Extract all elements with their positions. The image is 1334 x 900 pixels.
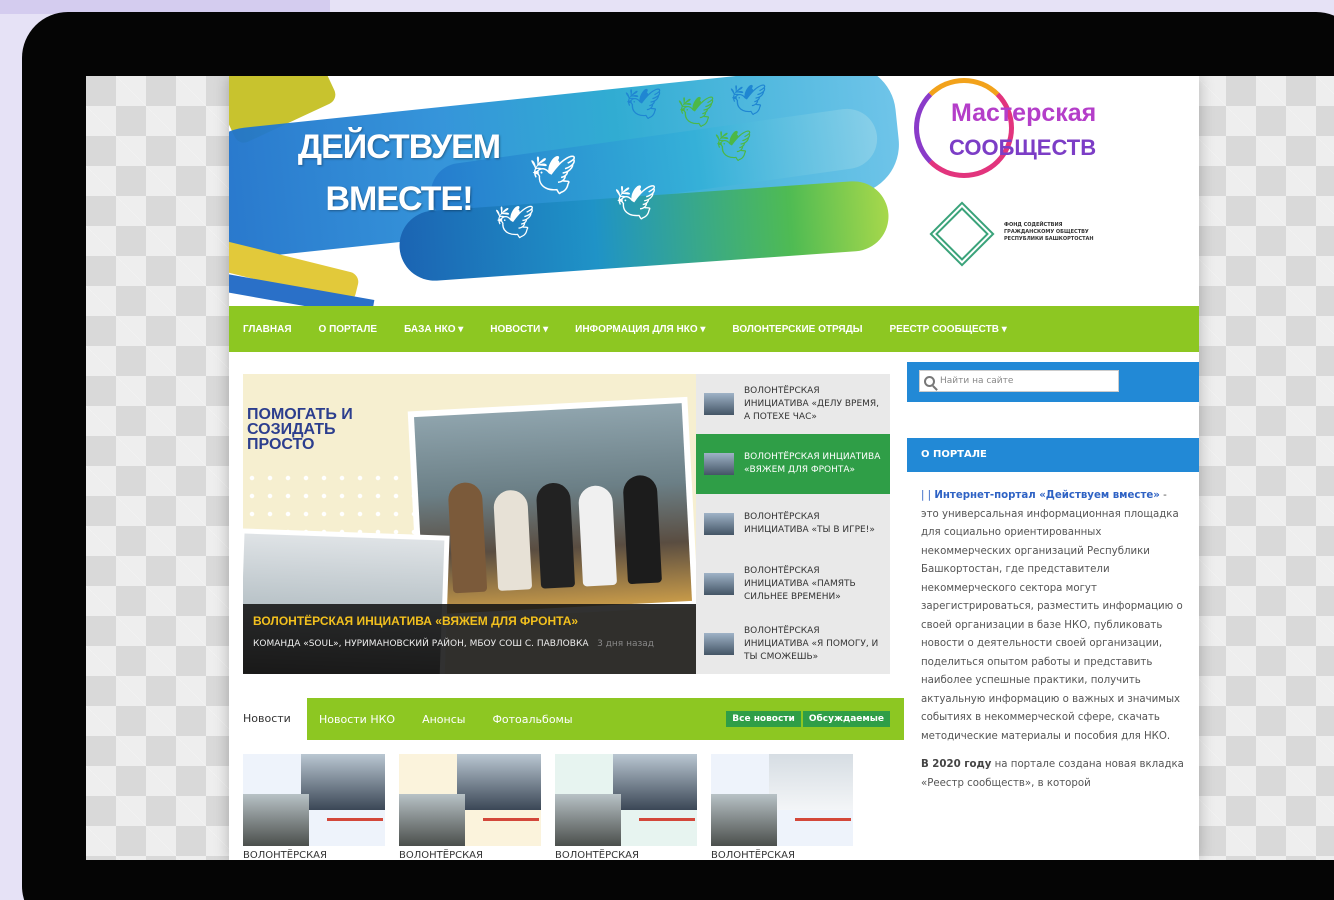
bird-icon: 🕊: [677, 95, 716, 130]
tab-buttons: Все новости Обсуждаемые: [726, 711, 890, 727]
all-news-button[interactable]: Все новости: [726, 711, 801, 727]
logo-ring-icon: [914, 78, 1014, 178]
about-heading: О ПОРТАЛЕ: [907, 438, 1199, 472]
news-card-image: [399, 754, 541, 846]
portal-link[interactable]: Интернет-портал «Действуем вместе»: [934, 490, 1160, 501]
news-card-title[interactable]: ВОЛОНТЁРСКАЯ: [243, 850, 385, 860]
about-lead-text: - это универсальная информационная площа…: [921, 490, 1183, 742]
about-paragraph-1: | | Интернет-портал «Действуем вместе» -…: [921, 487, 1187, 746]
thumbnail-image: [704, 573, 734, 595]
site-header: ДЕЙСТВУЕМ ВМЕСТЕ! 🕊 🕊 🕊 🕊 🕊 🕊 🕊 Мастерск…: [229, 76, 1199, 306]
bird-icon: 🕊: [714, 129, 753, 164]
news-card[interactable]: ВОЛОНТЁРСКАЯ: [555, 754, 697, 860]
nav-item-about[interactable]: О ПОРТАЛЕ: [319, 324, 378, 335]
fund-logo-icon: [929, 201, 995, 267]
logo-title: Мастерская: [951, 99, 1097, 127]
search-icon: [924, 375, 935, 387]
slider-caption[interactable]: ВОЛОНТЁРСКАЯ ИНЦИАТИВА «ВЯЖЕМ ДЛЯ ФРОНТА…: [243, 604, 696, 674]
news-tabs: Новости Новости НКО Анонсы Фотоальбомы В…: [243, 698, 904, 740]
discussed-button[interactable]: Обсуждаемые: [802, 711, 890, 727]
tab-photo-albums[interactable]: Фотоальбомы: [492, 713, 572, 726]
slider-tagline: ПОМОГАТЬ И СОЗИДАТЬ ПРОСТО: [247, 406, 353, 453]
about-text: | | Интернет-портал «Действуем вместе» -…: [921, 487, 1187, 793]
bird-icon: 🕊: [494, 203, 535, 241]
news-card[interactable]: ВОЛОНТЁРСКАЯ: [399, 754, 541, 860]
thumbnail-image: [704, 513, 734, 535]
laptop-screen: ДЕЙСТВУЕМ ВМЕСТЕ! 🕊 🕊 🕊 🕊 🕊 🕊 🕊 Мастерск…: [86, 76, 1334, 860]
news-card-title[interactable]: ВОЛОНТЁРСКАЯ: [399, 850, 541, 860]
side-list-item-label: ВОЛОНТЁРСКАЯ ИНЦИАТИВА «ВЯЖЕМ ДЛЯ ФРОНТА…: [744, 452, 881, 475]
featured-slider[interactable]: ПОМОГАТЬ И СОЗИДАТЬ ПРОСТО ВОЛОНТЁРСКАЯ …: [243, 374, 696, 674]
about-prefix: | |: [921, 490, 935, 501]
side-list-item[interactable]: ВОЛОНТЁРСКАЯ ИНИЦИАТИВА «Я ПОМОГУ, И ТЫ …: [696, 614, 890, 674]
web-page: ДЕЙСТВУЕМ ВМЕСТЕ! 🕊 🕊 🕊 🕊 🕊 🕊 🕊 Мастерск…: [229, 76, 1199, 860]
news-card-image: [555, 754, 697, 846]
news-card-title[interactable]: ВОЛОНТЁРСКАЯ: [711, 850, 853, 860]
laptop-frame: ДЕЙСТВУЕМ ВМЕСТЕ! 🕊 🕊 🕊 🕊 🕊 🕊 🕊 Мастерск…: [22, 12, 1334, 900]
news-card-image: [243, 754, 385, 846]
about-p2-bold: В 2020 году: [921, 759, 992, 770]
thumbnail-image: [704, 633, 734, 655]
slogan-line-1: ДЕЙСТВУЕМ: [297, 128, 501, 166]
tab-nko-news[interactable]: Новости НКО: [319, 713, 395, 726]
side-list-item-label: ВОЛОНТЁРСКАЯ ИНИЦИАТИВА «Я ПОМОГУ, И ТЫ …: [744, 625, 879, 662]
logo-subtitle: СООБЩЕСТВ: [949, 135, 1097, 160]
caption-time: 3 дня назад: [597, 639, 654, 649]
tab-news[interactable]: Новости: [243, 698, 307, 740]
nav-item-nko-info[interactable]: ИНФОРМАЦИЯ ДЛЯ НКО ▾: [575, 324, 705, 335]
slider-caption-title[interactable]: ВОЛОНТЁРСКАЯ ИНЦИАТИВА «ВЯЖЕМ ДЛЯ ФРОНТА…: [253, 614, 686, 628]
main-nav: ГЛАВНАЯ О ПОРТАЛЕ БАЗА НКО ▾ НОВОСТИ ▾ И…: [229, 306, 1199, 352]
search-placeholder: Найти на сайте: [940, 376, 1014, 386]
thumbnail-image: [704, 393, 734, 415]
side-list-item-label: ВОЛОНТЁРСКАЯ ИНИЦИАТИВА «ДЕЛУ ВРЕМЯ, А П…: [744, 385, 880, 422]
slogan-line-2: ВМЕСТЕ!: [325, 180, 473, 218]
search-widget: Найти на сайте: [907, 362, 1199, 402]
about-paragraph-2: В 2020 году на портале создана новая вкл…: [921, 756, 1187, 793]
fund-logo-text: ФОНД СОДЕЙСТВИЯ ГРАЖДАНСКОМУ ОБЩЕСТВУ РЕ…: [1004, 222, 1094, 242]
logo-area[interactable]: Мастерская СООБЩЕСТВ ФОНД СОДЕЙСТВИЯ ГРА…: [909, 76, 1199, 306]
news-grid: ВОЛОНТЁРСКАЯ ВОЛОНТЁРСКАЯ ВОЛОНТЁРСКАЯ В…: [243, 754, 883, 860]
slider-side-list: ВОЛОНТЁРСКАЯ ИНИЦИАТИВА «ДЕЛУ ВРЕМЯ, А П…: [696, 374, 890, 674]
side-list-item[interactable]: ВОЛОНТЁРСКАЯ ИНИЦИАТИВА «ТЫ В ИГРЕ!»: [696, 494, 890, 554]
nav-item-nko-base[interactable]: БАЗА НКО ▾: [404, 324, 463, 335]
bird-icon: 🕊: [624, 87, 663, 122]
bird-icon: 🕊: [614, 183, 658, 223]
news-card[interactable]: ВОЛОНТЁРСКАЯ: [243, 754, 385, 860]
bird-icon: 🕊: [529, 153, 578, 197]
side-list-item-label: ВОЛОНТЁРСКАЯ ИНИЦИАТИВА «ТЫ В ИГРЕ!»: [744, 512, 875, 535]
nav-item-community-registry[interactable]: РЕЕСТР СООБЩЕСТВ ▾: [890, 324, 1007, 335]
tab-announcements[interactable]: Анонсы: [422, 713, 465, 726]
news-card[interactable]: ВОЛОНТЁРСКАЯ: [711, 754, 853, 860]
slide-photo-main: [407, 396, 696, 622]
thumbnail-image: [704, 453, 734, 475]
side-list-item-label: ВОЛОНТЁРСКАЯ ИНИЦИАТИВА «ПАМЯТЬ СИЛЬНЕЕ …: [744, 565, 856, 602]
main-content: ПОМОГАТЬ И СОЗИДАТЬ ПРОСТО ВОЛОНТЁРСКАЯ …: [229, 352, 1199, 860]
slider-caption-subtitle: КОМАНДА «SOUL», НУРИМАНОВСКИЙ РАЙОН, МБО…: [253, 635, 686, 653]
nav-item-home[interactable]: ГЛАВНАЯ: [243, 324, 292, 335]
search-input[interactable]: Найти на сайте: [919, 370, 1119, 392]
side-list-item-active[interactable]: ВОЛОНТЁРСКАЯ ИНЦИАТИВА «ВЯЖЕМ ДЛЯ ФРОНТА…: [696, 434, 890, 494]
news-card-title[interactable]: ВОЛОНТЁРСКАЯ: [555, 850, 697, 860]
banner-slogan[interactable]: ДЕЙСТВУЕМ ВМЕСТЕ!: [289, 121, 509, 225]
side-list-item[interactable]: ВОЛОНТЁРСКАЯ ИНИЦИАТИВА «ПАМЯТЬ СИЛЬНЕЕ …: [696, 554, 890, 614]
caption-author: КОМАНДА «SOUL», НУРИМАНОВСКИЙ РАЙОН, МБО…: [253, 639, 589, 649]
side-list-item[interactable]: ВОЛОНТЁРСКАЯ ИНИЦИАТИВА «ДЕЛУ ВРЕМЯ, А П…: [696, 374, 890, 434]
bird-icon: 🕊: [729, 83, 768, 118]
nav-item-news[interactable]: НОВОСТИ ▾: [490, 324, 548, 335]
tabs-green-bar: Новости НКО Анонсы Фотоальбомы Все новос…: [307, 698, 904, 740]
nav-item-volunteer-squads[interactable]: ВОЛОНТЕРСКИЕ ОТРЯДЫ: [732, 324, 862, 335]
news-card-image: [711, 754, 853, 846]
